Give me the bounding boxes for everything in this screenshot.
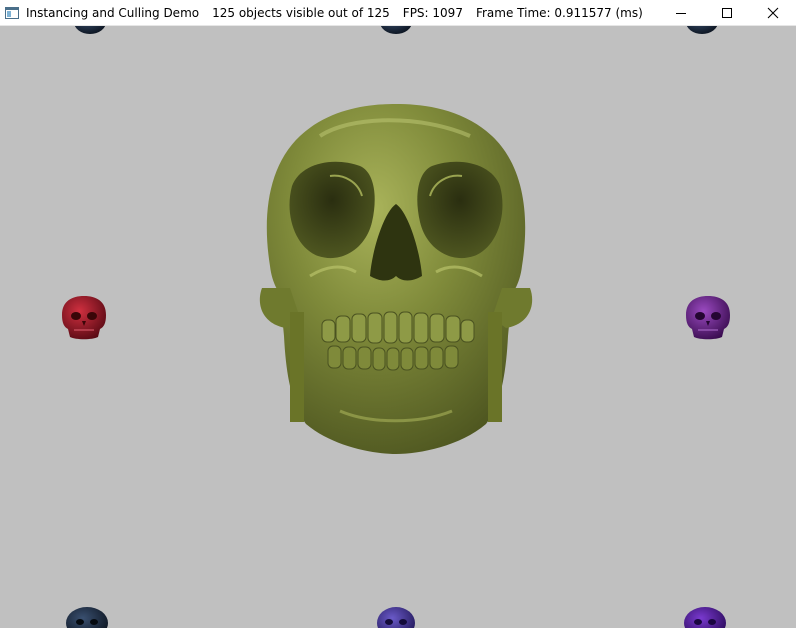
skull-instance-red xyxy=(62,296,106,340)
close-button[interactable] xyxy=(750,0,796,26)
render-viewport[interactable] xyxy=(0,26,796,628)
window-controls xyxy=(658,0,796,26)
skull-instance-bottom-right xyxy=(684,607,726,628)
skull-instance-top-right xyxy=(686,26,718,34)
skull-instance-top-center xyxy=(380,26,412,34)
close-icon xyxy=(767,7,779,19)
skull-instance-top-left xyxy=(74,26,106,34)
fps-readout: FPS: 1097 xyxy=(402,5,463,20)
maximize-button[interactable] xyxy=(704,0,750,26)
minimize-icon xyxy=(676,13,686,14)
visible-objects-count: 125 objects visible out of 125 xyxy=(212,5,390,20)
skull-instance-main xyxy=(259,104,533,454)
skull-instance-purple xyxy=(686,296,730,340)
window-title: Instancing and Culling Demo xyxy=(26,5,200,20)
title-bar[interactable]: Instancing and Culling Demo 125 objects … xyxy=(0,0,796,26)
skull-instance-bottom-left xyxy=(66,607,108,628)
app-window: Instancing and Culling Demo 125 objects … xyxy=(0,0,796,628)
app-window-icon xyxy=(4,5,20,21)
skull-instance-bottom-center xyxy=(377,607,415,628)
scene-canvas xyxy=(62,26,730,628)
minimize-button[interactable] xyxy=(658,0,704,26)
frame-time-readout: Frame Time: 0.911577 (ms) xyxy=(475,5,643,20)
maximize-icon xyxy=(722,8,732,18)
